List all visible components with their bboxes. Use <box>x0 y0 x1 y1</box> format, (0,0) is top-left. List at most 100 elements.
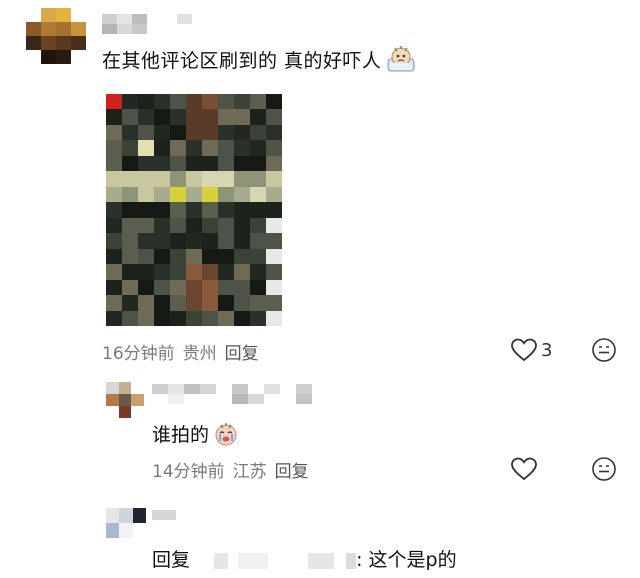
image-mosaic-cell <box>186 233 202 249</box>
image-mosaic-cell <box>202 233 218 249</box>
image-mosaic-cell <box>122 264 138 280</box>
image-mosaic-cell <box>122 140 138 156</box>
image-mosaic-cell <box>106 264 122 280</box>
image-mosaic-cell <box>234 124 250 141</box>
image-mosaic-cell <box>266 279 282 296</box>
image-mosaic-cell <box>106 202 122 218</box>
image-mosaic-cell <box>234 295 250 311</box>
image-mosaic-cell <box>122 202 138 218</box>
image-mosaic-cell <box>154 248 170 265</box>
comment-image[interactable] <box>106 94 282 326</box>
image-mosaic-cell <box>266 264 282 280</box>
image-mosaic-cell <box>186 202 202 218</box>
image-mosaic-cell <box>138 140 154 156</box>
image-mosaic-cell <box>250 124 266 141</box>
image-mosaic-cell <box>154 202 170 218</box>
image-mosaic-cell <box>138 295 154 311</box>
smile-emoji-icon[interactable] <box>591 337 617 367</box>
image-mosaic-cell <box>218 248 234 265</box>
image-mosaic-cell <box>170 279 186 296</box>
image-mosaic-cell <box>266 140 282 156</box>
image-mosaic-cell <box>250 310 266 326</box>
smile-emoji-icon[interactable] <box>591 456 617 486</box>
image-mosaic-cell <box>266 186 282 203</box>
avatar[interactable] <box>26 8 86 64</box>
image-mosaic-cell <box>186 171 202 187</box>
image-mosaic-cell <box>186 140 202 156</box>
image-mosaic-cell <box>170 109 186 125</box>
reply-text: 谁拍的 <box>152 420 239 452</box>
image-mosaic-cell <box>186 295 202 311</box>
reply-username-redacted[interactable] <box>152 384 312 404</box>
image-mosaic-cell <box>106 233 122 249</box>
image-mosaic-cell <box>138 94 154 110</box>
image-mosaic-cell <box>250 279 266 296</box>
image-mosaic-cell <box>202 279 218 296</box>
image-mosaic-cell <box>186 248 202 265</box>
image-mosaic-cell <box>186 310 202 326</box>
image-mosaic-cell <box>122 109 138 125</box>
reply-avatar[interactable] <box>106 382 144 418</box>
image-mosaic-cell <box>218 279 234 296</box>
image-mosaic-cell <box>154 186 170 203</box>
image-mosaic-cell <box>138 217 154 234</box>
image-mosaic-cell <box>106 279 122 296</box>
image-mosaic-cell <box>218 295 234 311</box>
image-mosaic-cell <box>138 155 154 172</box>
comment-text: 在其他评论区刷到的 真的好吓人 <box>102 45 416 78</box>
image-mosaic-cell <box>170 233 186 249</box>
image-mosaic-cell <box>122 248 138 265</box>
reply-prefix: 回复 <box>152 549 191 571</box>
image-mosaic-cell <box>218 310 234 326</box>
reply-username-redacted[interactable] <box>152 510 176 520</box>
heart-outline-icon[interactable] <box>510 457 538 485</box>
image-mosaic-cell <box>170 140 186 156</box>
reply-suffix: : 这个是p的 <box>356 549 457 571</box>
image-mosaic-cell <box>106 124 122 141</box>
image-mosaic-cell <box>170 248 186 265</box>
image-mosaic-cell <box>170 186 186 203</box>
reply-avatar[interactable] <box>106 508 146 538</box>
image-mosaic-cell <box>202 310 218 326</box>
image-mosaic-cell <box>250 140 266 156</box>
image-mosaic-cell <box>250 264 266 280</box>
image-mosaic-cell <box>250 171 266 187</box>
image-mosaic-cell <box>250 248 266 265</box>
image-mosaic-cell <box>250 233 266 249</box>
image-mosaic-cell <box>250 109 266 125</box>
image-mosaic-cell <box>202 202 218 218</box>
image-mosaic-cell <box>218 217 234 234</box>
image-mosaic-cell <box>218 155 234 172</box>
reply-button[interactable]: 回复 <box>225 344 259 364</box>
image-mosaic-cell <box>122 155 138 172</box>
reply-button[interactable]: 回复 <box>275 462 309 482</box>
image-mosaic-cell <box>154 94 170 110</box>
image-mosaic-cell <box>250 295 266 311</box>
image-mosaic-cell <box>266 310 282 326</box>
image-mosaic-cell <box>234 279 250 296</box>
image-mosaic-cell <box>170 124 186 141</box>
mention-redacted <box>214 552 229 569</box>
image-mosaic-cell <box>234 109 250 125</box>
image-mosaic-cell <box>218 233 234 249</box>
image-mosaic-cell <box>138 264 154 280</box>
image-mosaic-cell <box>218 186 234 203</box>
image-mosaic-cell <box>122 124 138 141</box>
heart-outline-icon[interactable] <box>510 338 538 366</box>
mention-redacted <box>308 552 335 569</box>
image-mosaic-cell <box>186 109 202 125</box>
mention-redacted <box>346 552 357 569</box>
username-redacted[interactable] <box>102 14 192 34</box>
image-mosaic-cell <box>266 94 282 110</box>
image-mosaic-cell <box>154 217 170 234</box>
image-mosaic-cell <box>250 155 266 172</box>
image-mosaic-cell <box>106 155 122 172</box>
image-mosaic-cell <box>170 171 186 187</box>
image-mosaic-cell <box>266 171 282 187</box>
image-mosaic-cell <box>106 248 122 265</box>
image-mosaic-cell <box>106 140 122 156</box>
image-mosaic-cell <box>234 217 250 234</box>
image-mosaic-cell <box>218 94 234 110</box>
image-mosaic-cell <box>234 310 250 326</box>
image-mosaic-cell <box>202 217 218 234</box>
